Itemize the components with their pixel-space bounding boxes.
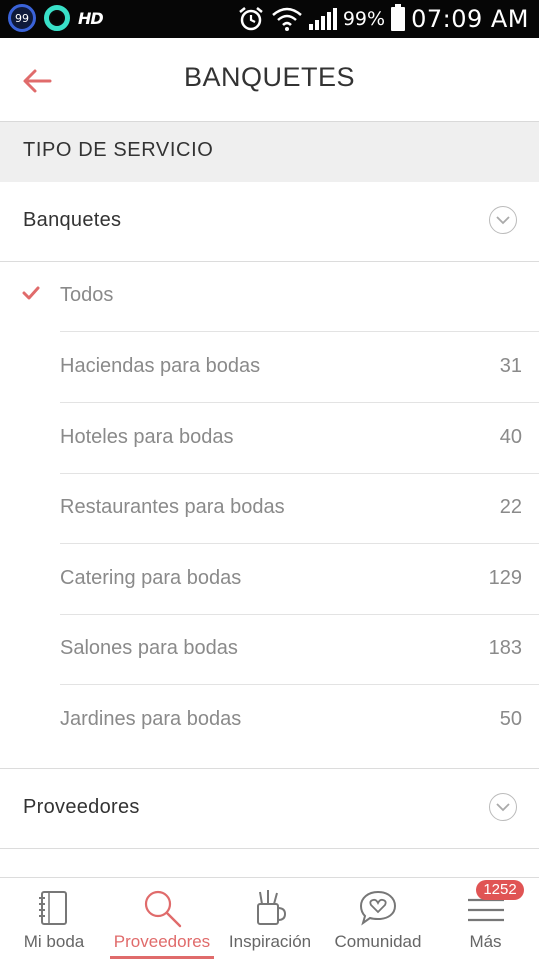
nav-label: Mi boda bbox=[23, 932, 85, 951]
status-bar: 99 HD 99% 07:09 AM bbox=[0, 0, 539, 38]
list-item-label: Jardines para bodas bbox=[60, 708, 242, 730]
bottom-navigation: Mi boda Proveedores Inspiración Comunida… bbox=[0, 877, 539, 959]
wifi-icon bbox=[272, 7, 302, 31]
clock: 07:09 AM bbox=[411, 5, 529, 33]
list-item-label: Todos bbox=[60, 284, 114, 306]
battery-percent: 99% bbox=[342, 8, 386, 30]
list-item-label: Hoteles para bodas bbox=[60, 426, 234, 448]
nav-mi-boda[interactable]: Mi boda bbox=[0, 878, 108, 959]
notification-badge: 1252 bbox=[476, 880, 524, 900]
category-proveedores[interactable]: Proveedores bbox=[0, 769, 539, 849]
chat-heart-icon bbox=[359, 890, 397, 926]
nav-proveedores[interactable]: Proveedores bbox=[108, 878, 216, 959]
list-item-jardines[interactable]: Jardines para bodas 50 bbox=[0, 685, 539, 756]
list-item-hoteles[interactable]: Hoteles para bodas 40 bbox=[0, 403, 539, 474]
nav-label: Inspiración bbox=[228, 932, 312, 951]
list-item-count: 183 bbox=[488, 637, 522, 659]
search-icon bbox=[144, 890, 182, 928]
nav-label: Comunidad bbox=[334, 932, 422, 951]
list-item-restaurantes[interactable]: Restaurantes para bodas 22 bbox=[0, 473, 539, 544]
notebook-icon bbox=[39, 891, 67, 925]
nav-label: Más bbox=[469, 932, 502, 951]
category-label: Proveedores bbox=[23, 796, 140, 818]
page-title: BANQUETES bbox=[183, 62, 356, 92]
chevron-down-icon[interactable] bbox=[489, 793, 517, 821]
list-item-count: 40 bbox=[499, 426, 522, 448]
category-label: Banquetes bbox=[23, 209, 122, 231]
nav-comunidad[interactable]: Comunidad bbox=[324, 878, 432, 959]
app-ring-icon bbox=[44, 5, 70, 31]
list-item-label: Restaurantes para bodas bbox=[60, 496, 285, 518]
nav-inspiracion[interactable]: Inspiración bbox=[216, 878, 324, 959]
list-item-count: 22 bbox=[499, 496, 522, 518]
nav-label: Proveedores bbox=[113, 932, 211, 951]
list-item-todos[interactable]: Todos bbox=[0, 261, 539, 332]
list-item-salones[interactable]: Salones para bodas 183 bbox=[0, 614, 539, 685]
list-item-label: Catering para bodas bbox=[60, 567, 242, 589]
list-item-haciendas[interactable]: Haciendas para bodas 31 bbox=[0, 332, 539, 403]
list-item-catering[interactable]: Catering para bodas 129 bbox=[0, 544, 539, 615]
list-item-label: Haciendas para bodas bbox=[60, 355, 261, 377]
hd-indicator: HD bbox=[78, 8, 104, 28]
check-icon bbox=[22, 286, 40, 300]
battery-icon bbox=[391, 4, 406, 31]
list-item-count: 50 bbox=[499, 708, 522, 730]
notification-count-icon: 99 bbox=[8, 4, 36, 32]
list-item-count: 31 bbox=[499, 355, 522, 377]
pencil-cup-icon bbox=[257, 890, 287, 925]
alarm-icon bbox=[239, 7, 263, 31]
chevron-down-icon[interactable] bbox=[489, 206, 517, 234]
list-item-count: 129 bbox=[488, 567, 522, 589]
category-banquetes[interactable]: Banquetes bbox=[0, 182, 539, 262]
section-title: TIPO DE SERVICIO bbox=[23, 139, 214, 161]
signal-icon bbox=[308, 8, 337, 30]
section-header: TIPO DE SERVICIO bbox=[0, 122, 539, 182]
app-header: BANQUETES bbox=[0, 38, 539, 122]
list-item-label: Salones para bodas bbox=[60, 637, 238, 659]
